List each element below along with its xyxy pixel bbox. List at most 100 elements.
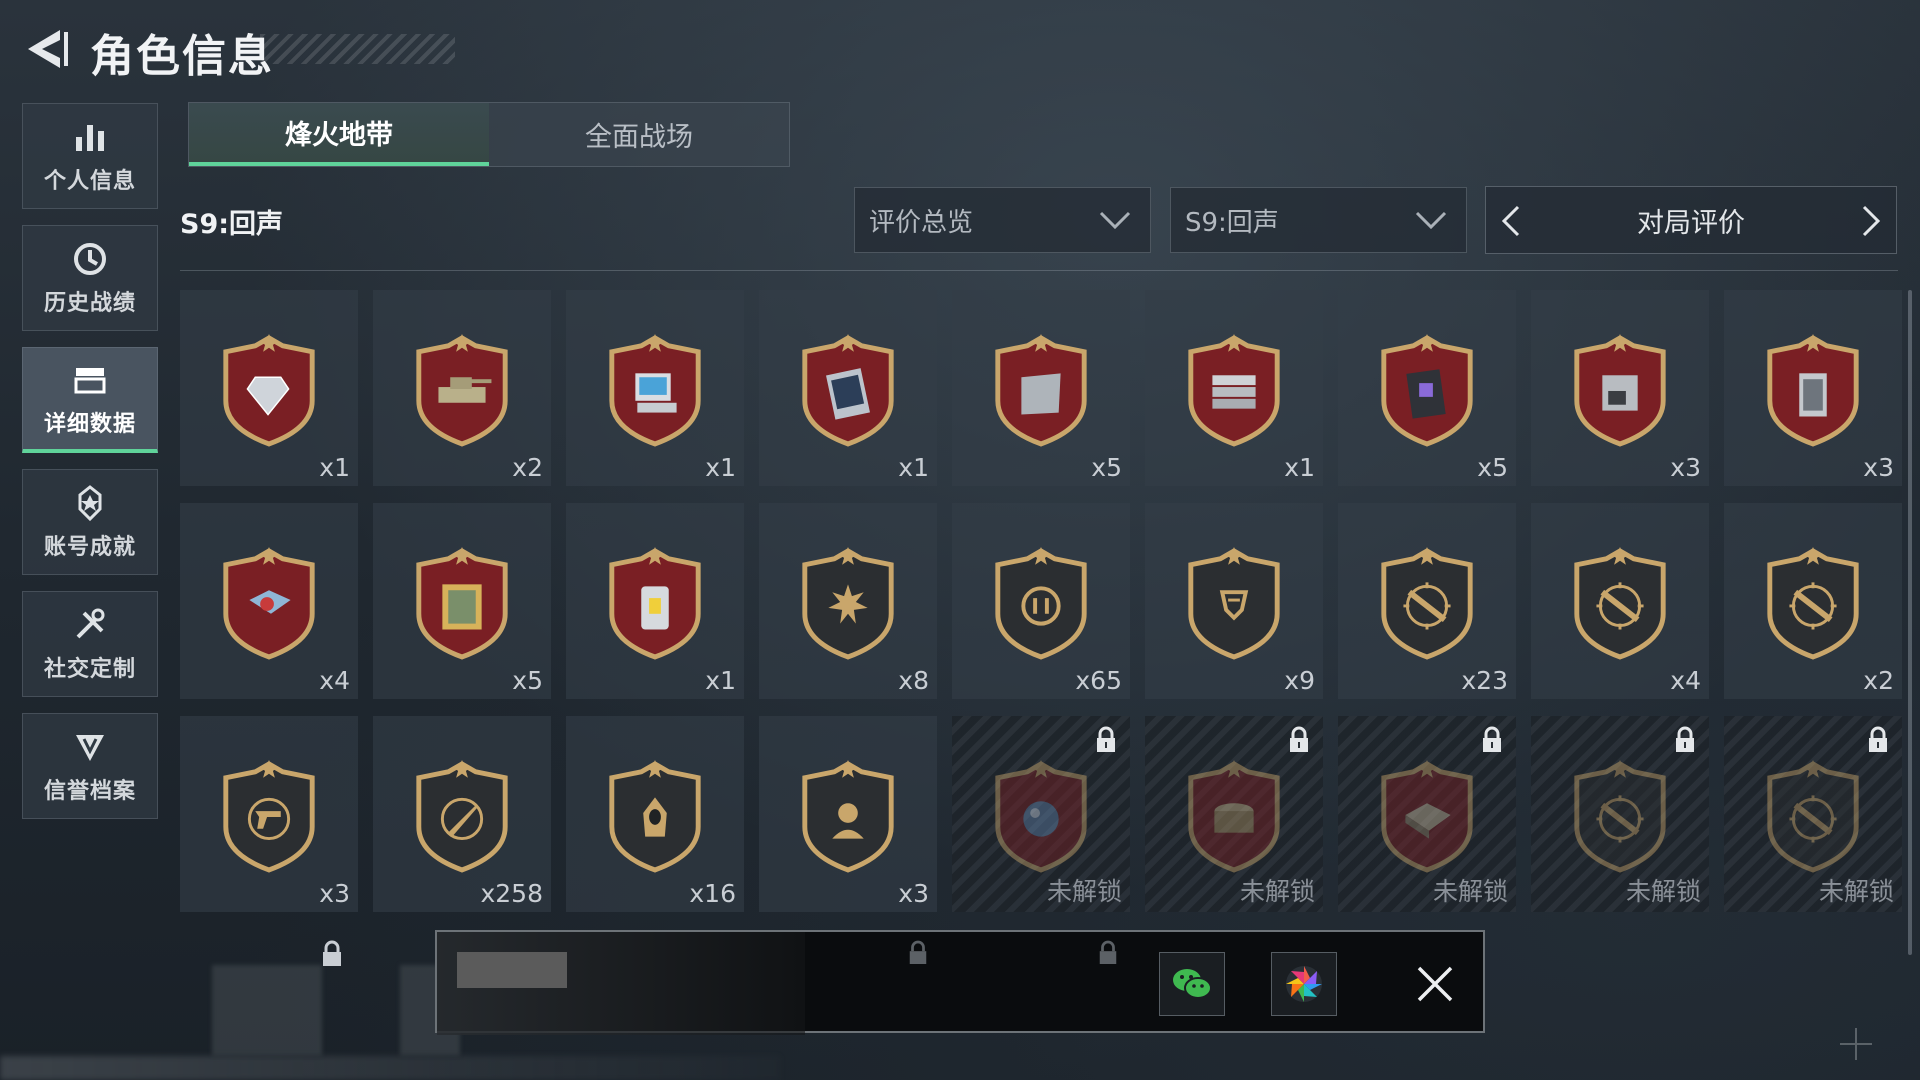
circuit-board-badge-icon — [1381, 334, 1473, 447]
lock-icon — [1483, 726, 1501, 752]
emblem-wreath-badge-icon — [995, 547, 1087, 660]
badge-cell[interactable]: x16 — [566, 716, 744, 912]
badge-cell[interactable]: x1 — [566, 503, 744, 699]
badge-cell[interactable]: x9 — [1145, 503, 1323, 699]
overview-dropdown[interactable]: 评价总览 — [854, 187, 1151, 253]
chevron-left-icon[interactable] — [1494, 203, 1530, 239]
locked-badge-cell[interactable]: 未解锁 — [1145, 716, 1323, 912]
skull-burst-badge-icon — [802, 547, 894, 660]
badge-cell[interactable]: x4 — [180, 503, 358, 699]
locked-badge-cell[interactable]: 未解锁 — [1338, 716, 1516, 912]
orb-badge-icon — [995, 760, 1087, 873]
badge-count: x16 — [689, 879, 736, 908]
badge-count: x9 — [1284, 666, 1315, 695]
page-title: 角色信息 — [90, 31, 274, 82]
rifle-crosshair-badge-icon — [1381, 547, 1473, 660]
badge-count: x1 — [1284, 453, 1315, 482]
chevron-down-icon — [1415, 211, 1447, 230]
sidebar-item-label: 社交定制 — [43, 657, 136, 682]
computer-badge-icon — [609, 334, 701, 447]
rifle-crosshair-badge-icon — [1767, 547, 1859, 660]
sidebar-item-label: 详细数据 — [43, 411, 136, 437]
sidebar-item-achievements[interactable]: 账号成就 — [22, 469, 158, 575]
badge-cell[interactable]: x65 — [952, 503, 1130, 699]
badge-cell[interactable]: x258 — [373, 716, 551, 912]
badge-count: x1 — [319, 453, 350, 482]
badge-count: 未解锁 — [1818, 877, 1894, 906]
badge-cell[interactable]: x3 — [180, 716, 358, 912]
badge-cell[interactable]: x4 — [1531, 503, 1709, 699]
badge-cell[interactable]: x2 — [373, 290, 551, 486]
badge-cell[interactable]: x2 — [1724, 503, 1902, 699]
locked-badge-cell[interactable]: 未解锁 — [952, 716, 1130, 912]
chevron-right-icon[interactable] — [1852, 203, 1888, 239]
pager-label: 对局评价 — [1637, 207, 1745, 239]
sidebar-item-personal-info[interactable]: 个人信息 — [22, 103, 158, 209]
season-dropdown[interactable]: S9:回声 — [1170, 187, 1467, 253]
badge-cell[interactable]: x5 — [373, 503, 551, 699]
badge-count: 未解锁 — [1625, 877, 1701, 906]
badge-count: x65 — [1075, 666, 1122, 695]
bar-chart-icon — [76, 125, 104, 151]
operator-portrait-badge-icon — [802, 760, 894, 873]
rifle-crosshair-badge-icon — [1767, 760, 1859, 873]
badge-cell[interactable]: x1 — [759, 290, 937, 486]
sidebar-item-social-custom[interactable]: 社交定制 — [22, 591, 158, 697]
badge-cell[interactable]: x5 — [952, 290, 1130, 486]
scrollbar[interactable] — [1908, 290, 1912, 955]
data-folder-icon — [74, 367, 106, 393]
season-label: S9:回声 — [180, 209, 284, 240]
badge-grid: x1 x2 x1 x1 x5 x1 x5 x3 x3 x4 x5 x1 x8 x65 x9 x23 x4 x2 x3… — [180, 290, 1902, 912]
moments-share-button[interactable] — [1271, 952, 1337, 1016]
mode-tabs: 烽火地带 全面战场 — [188, 102, 790, 167]
pistol-crosshair-badge-icon — [223, 760, 315, 873]
wechat-share-button[interactable] — [1159, 952, 1225, 1016]
chevron-down-icon — [1099, 211, 1131, 230]
badge-cell[interactable]: x1 — [1145, 290, 1323, 486]
badge-count: 未解锁 — [1239, 877, 1315, 906]
tab-hazard-zone[interactable]: 烽火地带 — [189, 103, 489, 166]
badge-cell[interactable]: x5 — [1338, 290, 1516, 486]
achievement-icon — [78, 485, 102, 522]
locked-badge-cell[interactable]: 未解锁 — [1724, 716, 1902, 912]
badge-cell[interactable]: x3 — [1724, 290, 1902, 486]
lock-icon — [323, 940, 341, 966]
badge-count: x1 — [705, 453, 736, 482]
tab-full-battlefield[interactable]: 全面战场 — [489, 103, 789, 166]
locked-badge-cell[interactable]: 未解锁 — [1531, 716, 1709, 912]
tablet-badge-icon — [802, 334, 894, 447]
history-clock-icon — [74, 243, 106, 275]
diamond-badge-icon — [223, 334, 315, 447]
badge-cell[interactable]: x3 — [759, 716, 937, 912]
share-bar — [435, 930, 1485, 1035]
coffee-machine-badge-icon — [1574, 334, 1666, 447]
badge-count: x5 — [1091, 453, 1122, 482]
lock-icon — [1099, 940, 1117, 964]
badge-count: x3 — [1863, 453, 1894, 482]
occluded-badge — [212, 965, 322, 1055]
badge-count: x5 — [512, 666, 543, 695]
sidebar-item-detailed-data[interactable]: 详细数据 — [22, 347, 158, 453]
badge-cell[interactable]: x1 — [566, 290, 744, 486]
badge-count: x1 — [898, 453, 929, 482]
badge-cell[interactable]: x1 — [180, 290, 358, 486]
shield-wreath-badge-icon — [1188, 547, 1280, 660]
badge-cell[interactable]: x3 — [1531, 290, 1709, 486]
credit-shield-icon — [76, 735, 104, 761]
hooded-figure-badge-icon — [609, 760, 701, 873]
season-dropdown-value: S9:回声 — [1185, 207, 1279, 238]
sidebar-item-credit-record[interactable]: 信誉档案 — [22, 713, 158, 819]
close-icon[interactable] — [1407, 956, 1463, 1012]
badge-cell[interactable]: x8 — [759, 503, 937, 699]
lock-icon — [1290, 726, 1308, 752]
lock-icon — [1869, 726, 1887, 752]
lock-icon — [1097, 726, 1115, 752]
servers-badge-icon — [1188, 334, 1280, 447]
sidebar-item-label: 信誉档案 — [43, 779, 136, 804]
sidebar-item-history[interactable]: 历史战绩 — [22, 225, 158, 331]
title-decoration — [260, 34, 455, 64]
badge-count: x3 — [319, 879, 350, 908]
back-arrow-icon[interactable] — [22, 24, 72, 74]
badge-cell[interactable]: x23 — [1338, 503, 1516, 699]
badge-count: x2 — [1863, 666, 1894, 695]
